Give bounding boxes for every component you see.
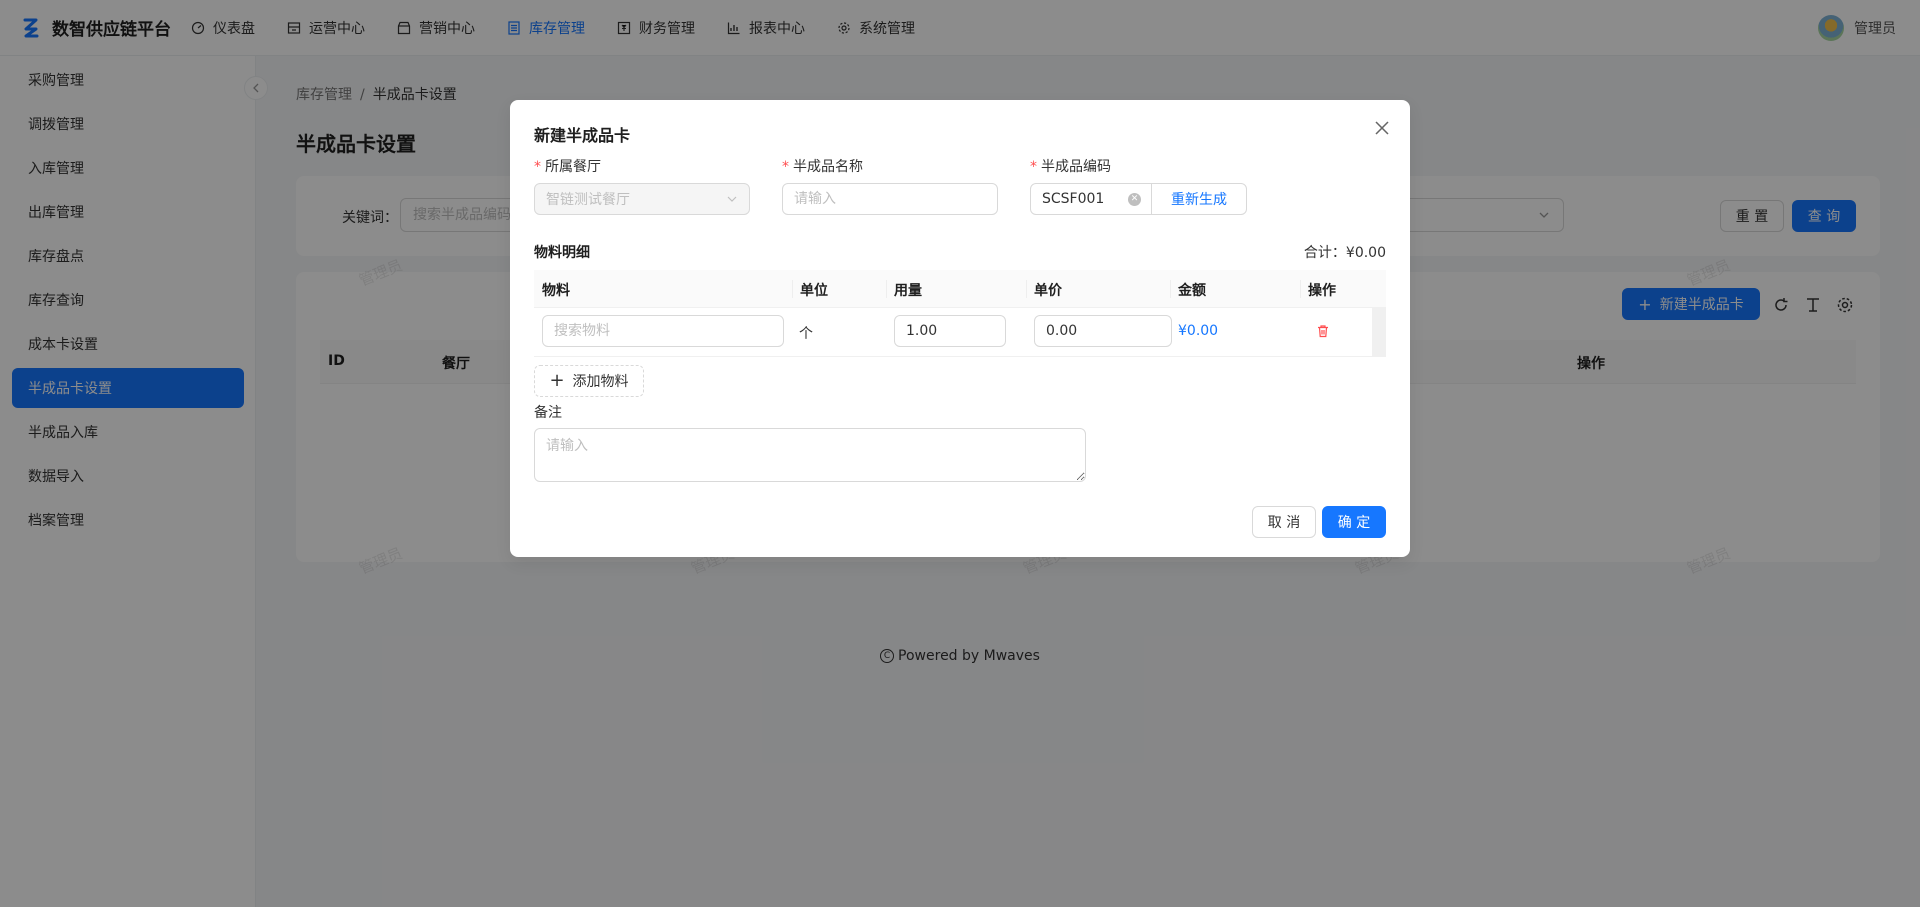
code-label: * 半成品编码 [1030, 156, 1111, 176]
amount-value: ¥0.00 [1178, 323, 1219, 339]
materials-total: 合计：¥0.00 [1303, 245, 1386, 261]
material-search-input[interactable] [542, 315, 784, 347]
column-divider [1026, 280, 1027, 298]
plus-icon: + [549, 370, 565, 391]
required-mark: * [534, 159, 541, 175]
modal-title: 新建半成品卡 [534, 126, 631, 145]
chevron-down-icon [727, 196, 737, 202]
remark-label: 备注 [534, 405, 562, 421]
price-input[interactable] [1034, 315, 1172, 347]
field-label-text: 所属餐厅 [545, 159, 601, 175]
column-qty: 用量 [894, 283, 922, 299]
column-material: 物料 [542, 283, 570, 299]
name-input[interactable] [782, 183, 998, 215]
close-icon[interactable] [1372, 118, 1392, 138]
regenerate-button[interactable]: 重新生成 [1151, 183, 1247, 215]
column-unit: 单位 [800, 283, 828, 299]
name-label: * 半成品名称 [782, 156, 863, 176]
column-divider [792, 280, 793, 298]
field-label-text: 半成品名称 [793, 159, 863, 175]
qty-input[interactable] [894, 315, 1006, 347]
column-actions: 操作 [1308, 283, 1336, 299]
remark-textarea[interactable] [534, 428, 1086, 482]
column-price: 单价 [1034, 283, 1062, 299]
column-amount: 金额 [1178, 283, 1206, 299]
add-material-button[interactable]: + 添加物料 [534, 365, 644, 397]
unit-value: 个 [799, 326, 813, 342]
materials-table-header: 物料 单位 用量 单价 金额 操作 [534, 270, 1386, 308]
table-scrollbar[interactable] [1372, 308, 1386, 357]
delete-icon[interactable] [1316, 324, 1330, 338]
code-value: SCSF001 [1042, 191, 1105, 207]
materials-title: 物料明细 [534, 245, 590, 261]
new-semi-card-modal: 新建半成品卡 *所属餐厅 智链测试餐厅 *半成品名称 *半成品编码 SCSF00… [510, 100, 1410, 557]
add-material-label: 添加物料 [572, 374, 629, 390]
restaurant-value: 智链测试餐厅 [546, 192, 630, 208]
confirm-button[interactable]: 确 定 [1322, 506, 1386, 538]
column-divider [886, 280, 887, 298]
column-divider [1170, 280, 1171, 298]
restaurant-label: * 所属餐厅 [534, 156, 601, 176]
required-mark: * [1030, 159, 1037, 175]
field-label-text: 半成品编码 [1041, 159, 1111, 175]
code-input[interactable]: SCSF001 ✕ [1030, 183, 1152, 215]
clear-icon[interactable]: ✕ [1128, 193, 1141, 206]
column-divider [1300, 280, 1301, 298]
restaurant-select[interactable]: 智链测试餐厅 [534, 183, 750, 215]
table-row: 个 ¥0.00 [534, 308, 1386, 357]
required-mark: * [782, 159, 789, 175]
cancel-button[interactable]: 取 消 [1252, 506, 1316, 538]
